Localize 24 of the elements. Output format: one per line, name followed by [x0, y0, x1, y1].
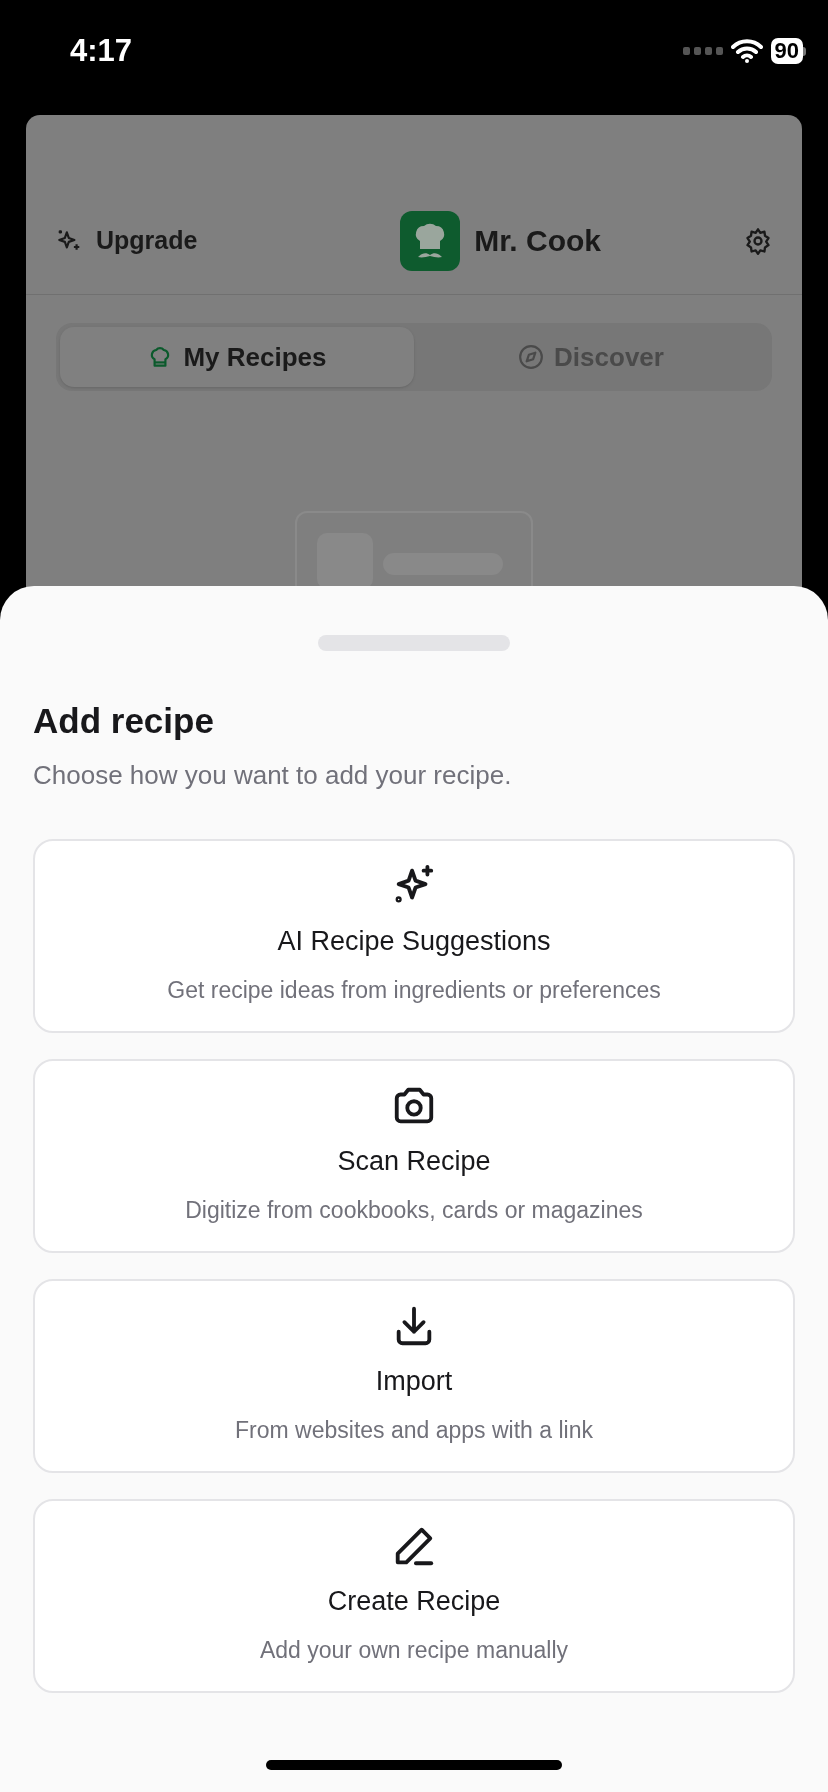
option-title: Create Recipe — [327, 1584, 501, 1618]
option-description: From websites and apps with a link — [235, 1416, 593, 1445]
option-title: Scan Recipe — [337, 1144, 491, 1178]
wifi-icon — [730, 39, 763, 63]
sheet-subtitle: Choose how you want to add your recipe. — [33, 758, 513, 792]
sheet-title: Add recipe — [33, 700, 215, 742]
option-description: Add your own recipe manually — [259, 1636, 569, 1665]
signal-icon — [682, 46, 723, 56]
option-card[interactable]: Scan Recipe Digitize from cookbooks, cards or magazines — [33, 1058, 795, 1253]
tab[interactable]: My Recipes — [60, 327, 414, 387]
app-title: Mr. Cook — [474, 223, 602, 259]
compass-icon — [518, 344, 545, 370]
option-title: Import — [375, 1364, 453, 1398]
option-description: Get recipe ideas from ingredients or preferences — [167, 976, 661, 1005]
option-card[interactable]: Import From websites and apps with a link — [33, 1278, 795, 1473]
battery-icon: 90 — [770, 38, 806, 64]
status-time: 4:17 — [70, 31, 133, 70]
option-description: Digitize from cookbooks, cards or magazines — [185, 1196, 643, 1225]
chef-hat-logo-icon — [400, 210, 461, 271]
upgrade-button[interactable]: Upgrade — [56, 221, 198, 260]
option-title: AI Recipe Suggestions — [277, 924, 551, 958]
option-card[interactable]: AI Recipe Suggestions Get recipe ideas from ingredients or preferences — [33, 838, 795, 1033]
settings-icon[interactable] — [744, 226, 772, 255]
option-card[interactable]: Create Recipe Add your own recipe manually — [33, 1498, 795, 1693]
